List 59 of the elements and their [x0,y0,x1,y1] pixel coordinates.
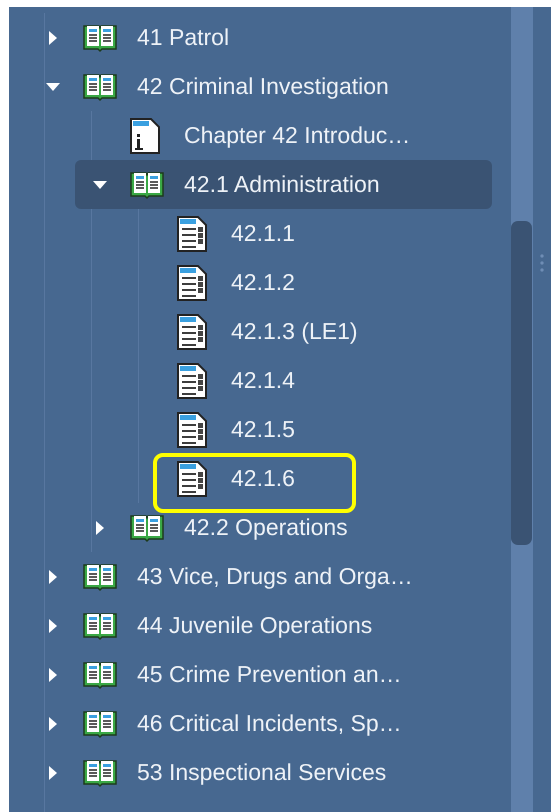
tree-item[interactable]: 42.1 Administration [75,160,492,209]
tree-item[interactable]: 43 Vice, Drugs and Orga… [45,552,492,601]
tree-item-label: 45 Crime Prevention an… [137,660,402,690]
tree-item[interactable]: 42.1.1 [139,209,492,258]
tree-item-label: Chapter 42 Introduc… [184,121,410,150]
collapsed-arrow-icon[interactable] [96,520,104,534]
book-icon [82,562,118,592]
collapsed-arrow-icon[interactable] [49,668,57,682]
book-icon [82,610,118,640]
document-icon [176,460,208,498]
book-icon [82,758,118,788]
tree-item-label: 43 Vice, Drugs and Orga… [137,562,413,592]
tree-item[interactable]: 42.1.6 [139,454,492,503]
tree-item-label: 42.1.1 [231,219,295,248]
collapsed-arrow-icon[interactable] [49,716,57,730]
tree-item-label: 42.1.2 [231,268,295,298]
scrollbar-thumb[interactable] [511,221,532,545]
tree-item[interactable]: 45 Crime Prevention an… [45,650,492,699]
tree-item-label: 42 Criminal Investigation [137,72,389,102]
tree-item[interactable]: 46 Critical Incidents, Sp… [45,699,492,748]
collapsed-arrow-icon[interactable] [49,766,57,780]
tree-item-label: 41 Patrol [137,23,230,52]
tree-item[interactable]: 42.2 Operations [92,503,492,552]
book-icon [82,72,118,102]
tree-item-label: 42.1.3 (LE1) [231,317,358,346]
book-icon [82,660,118,690]
tree-item[interactable]: 42.1.2 [139,258,492,307]
tree-item-label: 42.2 Operations [184,513,348,542]
tree-item[interactable]: 44 Juvenile Operations [45,601,492,650]
tree-item-label: 44 Juvenile Operations [137,611,372,640]
collapsed-arrow-icon[interactable] [49,30,57,44]
document-icon [176,312,208,350]
tree-item[interactable]: 42.1.4 [139,356,492,405]
tree-item-label: 46 Critical Incidents, Sp… [137,709,402,738]
document-icon [176,410,208,448]
tree-item[interactable]: Chapter 42 Introduc… [92,111,492,160]
document-icon [176,264,208,302]
tree-item-label: 42.1.6 [231,464,295,494]
tree-item-label: 42.1 Administration [184,170,380,200]
drag-handle-icon[interactable] [540,254,544,272]
expanded-arrow-icon[interactable] [46,82,60,90]
book-icon [82,708,118,738]
collapsed-arrow-icon[interactable] [49,618,57,632]
tree-item[interactable]: 42.1.5 [139,405,492,454]
tree-item-label: 42.1.5 [231,415,295,444]
tree-item[interactable]: 53 Inspectional Services [45,748,492,797]
document-icon [176,362,208,400]
collapsed-arrow-icon[interactable] [49,570,57,584]
tree-item-label: 53 Inspectional Services [137,758,386,788]
expanded-arrow-icon[interactable] [93,180,107,188]
document-icon [176,214,208,252]
tree-item[interactable]: 42 Criminal Investigation [45,62,492,111]
tree-item[interactable]: 42.1.3 (LE1) [139,307,492,356]
book-icon [129,170,165,200]
tree-item-label: 42.1.4 [231,366,295,396]
tree-item[interactable]: 41 Patrol [45,13,492,62]
info-document-icon [129,116,161,154]
book-icon [82,22,118,52]
book-icon [129,512,165,542]
